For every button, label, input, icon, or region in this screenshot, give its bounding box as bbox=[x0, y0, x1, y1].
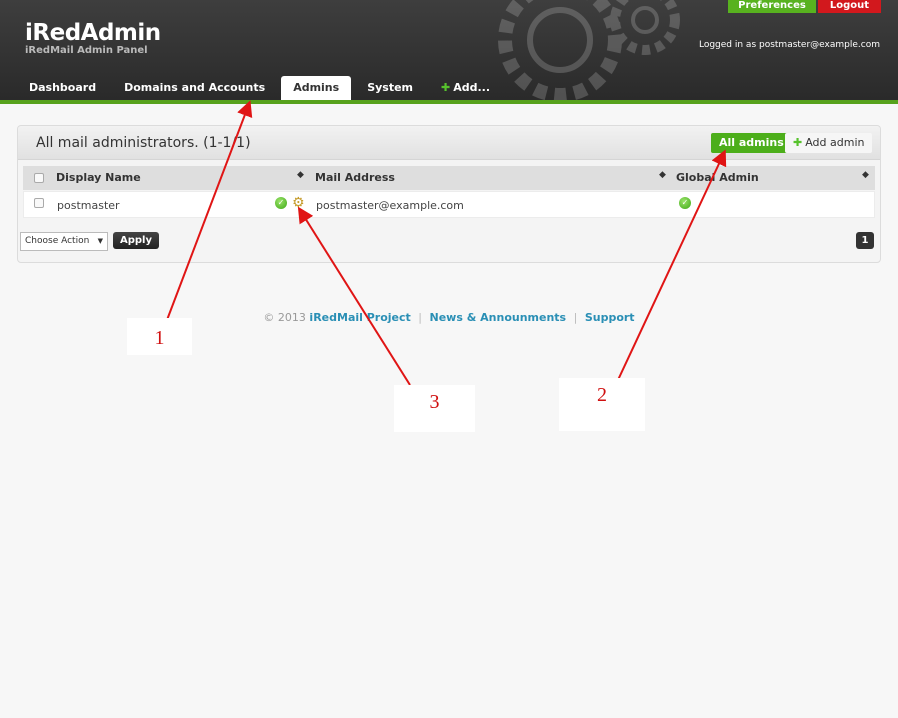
sort-icon[interactable]: ◆ bbox=[659, 170, 666, 180]
table-actions: Choose Action ▼ Apply 1 bbox=[18, 230, 880, 254]
active-status-icon: ✓ bbox=[275, 197, 287, 209]
admin-display-name[interactable]: postmaster bbox=[57, 199, 120, 212]
tab-all-admins[interactable]: All admins bbox=[711, 133, 792, 153]
app-subtitle: iRedMail Admin Panel bbox=[25, 45, 148, 56]
footer-separator: | bbox=[573, 311, 578, 324]
action-select[interactable]: Choose Action ▼ bbox=[20, 232, 108, 251]
main-nav: Dashboard Domains and Accounts Admins Sy… bbox=[17, 75, 506, 100]
table-row: postmaster ✓ ⚙ postmaster@example.com ✓ bbox=[23, 191, 875, 218]
table-header: Display Name ◆ Mail Address ◆ Global Adm… bbox=[23, 166, 875, 190]
app-logo[interactable]: iRedAdmin bbox=[25, 20, 161, 46]
tab-add-admin[interactable]: ✚ Add admin bbox=[785, 133, 873, 153]
action-select-label: Choose Action bbox=[25, 236, 90, 246]
nav-add[interactable]: ✚ Add... bbox=[429, 76, 502, 100]
column-display-name[interactable]: Display Name bbox=[56, 171, 141, 184]
page-number-button[interactable]: 1 bbox=[856, 232, 874, 249]
logout-button[interactable]: Logout bbox=[817, 0, 881, 13]
nav-admins[interactable]: Admins bbox=[281, 76, 352, 100]
page-title: All mail administrators. (1-1/1) bbox=[36, 135, 251, 151]
nav-domains-accounts[interactable]: Domains and Accounts bbox=[112, 76, 277, 100]
select-all-checkbox[interactable] bbox=[34, 173, 44, 183]
row-checkbox[interactable] bbox=[34, 198, 44, 208]
plus-icon: ✚ bbox=[793, 136, 803, 149]
admin-mail-address[interactable]: postmaster@example.com bbox=[316, 199, 464, 212]
annotation-arrows bbox=[166, 100, 727, 386]
footer-copyright: © 2013 bbox=[263, 311, 306, 324]
panel-header: All mail administrators. (1-1/1) All adm… bbox=[18, 126, 880, 160]
preferences-button[interactable]: Preferences bbox=[728, 0, 816, 13]
nav-add-label: Add... bbox=[453, 81, 491, 94]
annotation-label-3: 3 bbox=[394, 385, 475, 432]
apply-button[interactable]: Apply bbox=[113, 232, 160, 249]
annotation-label-1: 1 bbox=[127, 318, 192, 355]
plus-icon: ✚ bbox=[441, 81, 451, 94]
nav-system[interactable]: System bbox=[355, 76, 425, 100]
chevron-down-icon: ▼ bbox=[97, 237, 103, 245]
sort-icon[interactable]: ◆ bbox=[862, 170, 869, 180]
footer-separator: | bbox=[418, 311, 423, 324]
column-global-admin[interactable]: Global Admin bbox=[676, 171, 759, 184]
top-links: Preferences Logout bbox=[728, 0, 881, 13]
footer-news-link[interactable]: News & Announments bbox=[430, 311, 567, 324]
logged-in-status: Logged in as postmaster@example.com bbox=[698, 40, 880, 50]
sort-icon[interactable]: ◆ bbox=[297, 170, 304, 180]
gear-icon[interactable]: ⚙ bbox=[292, 196, 306, 210]
header: iRedAdmin iRedMail Admin Panel Preferenc… bbox=[0, 0, 898, 104]
nav-dashboard[interactable]: Dashboard bbox=[17, 76, 108, 100]
footer-support-link[interactable]: Support bbox=[585, 311, 635, 324]
tab-add-admin-label: Add admin bbox=[805, 136, 865, 149]
admins-panel: All mail administrators. (1-1/1) All adm… bbox=[17, 125, 881, 263]
global-admin-check-icon: ✓ bbox=[679, 197, 691, 209]
annotation-label-2: 2 bbox=[559, 378, 645, 431]
footer-project-link[interactable]: iRedMail Project bbox=[309, 311, 410, 324]
column-mail-address[interactable]: Mail Address bbox=[315, 171, 395, 184]
